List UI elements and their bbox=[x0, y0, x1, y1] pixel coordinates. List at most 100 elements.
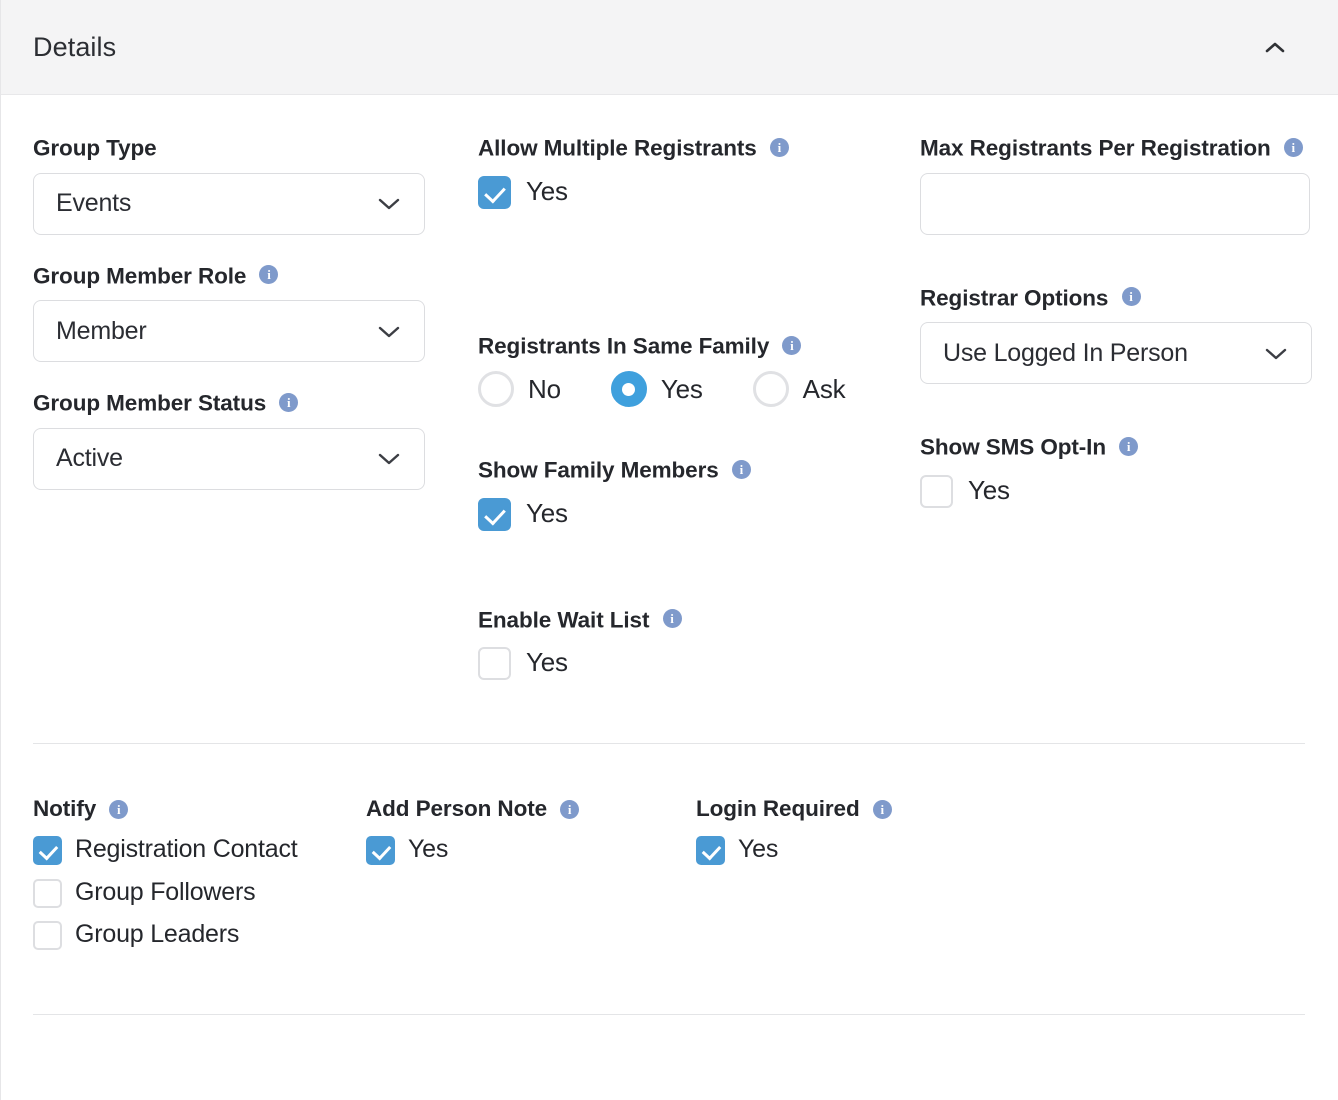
checkbox-label: Yes bbox=[526, 647, 568, 678]
radio-circle bbox=[478, 371, 514, 408]
enable-wait-list-label: Enable Wait List i bbox=[478, 603, 920, 636]
group-member-status-value: Active bbox=[56, 444, 123, 473]
info-icon[interactable]: i bbox=[1119, 436, 1139, 456]
registrar-options-value: Use Logged In Person bbox=[943, 338, 1188, 367]
checkbox-label: Group Followers bbox=[75, 877, 256, 906]
radio-option-yes[interactable]: Yes bbox=[610, 371, 703, 408]
chevron-down-icon bbox=[1265, 348, 1287, 359]
checkbox-label: Yes bbox=[526, 175, 568, 206]
info-icon[interactable]: i bbox=[872, 799, 892, 819]
info-icon[interactable]: i bbox=[769, 137, 789, 157]
add-person-note-checkbox[interactable]: Yes bbox=[366, 832, 696, 868]
max-registrants-label: Max Registrants Per Registration i bbox=[920, 131, 1320, 164]
field-show-sms-opt-in: Show SMS Opt-In i Yes bbox=[920, 430, 1320, 508]
field-registrar-options: Registrar Options i Use Logged In Person bbox=[920, 281, 1320, 385]
notify-checkbox-list: Registration Contact Group Followers Gro… bbox=[33, 832, 366, 953]
collapse-panel-button[interactable] bbox=[1253, 25, 1297, 69]
notify-option-registration-contact[interactable]: Registration Contact bbox=[33, 832, 366, 868]
field-group-type: Group Type Events bbox=[33, 131, 478, 235]
group-member-status-select[interactable]: Active bbox=[33, 427, 425, 490]
login-required-checkbox[interactable]: Yes bbox=[696, 832, 1096, 868]
registrar-options-label: Registrar Options i bbox=[920, 281, 1320, 314]
check-icon bbox=[478, 175, 511, 209]
field-max-registrants: Max Registrants Per Registration i bbox=[920, 131, 1320, 235]
group-type-label: Group Type bbox=[33, 135, 157, 161]
login-required-column: Login Required i Yes bbox=[696, 796, 1096, 960]
check-icon bbox=[33, 836, 62, 866]
login-required-label: Login Required i bbox=[696, 796, 1096, 822]
check-icon bbox=[478, 497, 511, 531]
show-family-members-label: Show Family Members i bbox=[478, 453, 920, 486]
group-member-status-label: Group Member Status i bbox=[33, 386, 478, 419]
panel-body: Group Type Events Group Member Role i Me… bbox=[0, 95, 1338, 706]
checkbox-box bbox=[478, 647, 511, 681]
info-icon[interactable]: i bbox=[109, 799, 129, 819]
info-icon[interactable]: i bbox=[1121, 287, 1141, 307]
notify-option-group-followers[interactable]: Group Followers bbox=[33, 875, 366, 911]
info-icon[interactable]: i bbox=[560, 799, 580, 819]
info-icon[interactable]: i bbox=[731, 459, 751, 479]
field-registrants-in-same-family: Registrants In Same Family i No Yes Ask bbox=[478, 329, 920, 408]
info-icon[interactable]: i bbox=[782, 336, 802, 356]
radio-circle bbox=[752, 371, 789, 408]
checkbox-label: Yes bbox=[968, 474, 1010, 505]
radio-option-ask[interactable]: Ask bbox=[752, 371, 846, 408]
info-icon[interactable]: i bbox=[662, 609, 682, 629]
left-column: Group Type Events Group Member Role i Me… bbox=[33, 131, 478, 705]
checkbox-label: Yes bbox=[738, 835, 779, 864]
radio-option-no[interactable]: No bbox=[478, 371, 561, 408]
checkbox-label: Group Leaders bbox=[75, 920, 240, 949]
registrants-in-same-family-label: Registrants In Same Family i bbox=[478, 329, 920, 362]
radio-circle-selected bbox=[610, 371, 647, 408]
notify-column: Notify i Registration Contact Group Foll… bbox=[33, 796, 366, 960]
group-type-select[interactable]: Events bbox=[33, 172, 425, 235]
chevron-down-icon bbox=[378, 326, 400, 337]
check-icon bbox=[696, 836, 725, 866]
add-person-note-column: Add Person Note i Yes bbox=[366, 796, 696, 960]
check-icon bbox=[366, 836, 395, 866]
max-registrants-input[interactable] bbox=[920, 172, 1310, 235]
info-icon[interactable]: i bbox=[279, 392, 299, 412]
middle-column: Allow Multiple Registrants i Yes Registr… bbox=[478, 131, 920, 705]
group-member-role-value: Member bbox=[56, 316, 147, 345]
right-column: Max Registrants Per Registration i Regis… bbox=[920, 131, 1320, 705]
field-enable-wait-list: Enable Wait List i Yes bbox=[478, 603, 920, 681]
chevron-up-icon bbox=[1265, 42, 1285, 53]
add-person-note-label: Add Person Note i bbox=[366, 796, 696, 822]
radio-label: Ask bbox=[802, 373, 846, 404]
allow-multiple-registrants-checkbox[interactable]: Yes bbox=[478, 173, 920, 210]
info-icon[interactable]: i bbox=[1283, 137, 1303, 157]
settings-grid: Group Type Events Group Member Role i Me… bbox=[33, 95, 1312, 705]
field-show-family-members: Show Family Members i Yes bbox=[478, 453, 920, 531]
registrar-options-select[interactable]: Use Logged In Person bbox=[920, 322, 1312, 385]
registrants-in-same-family-radio-group: No Yes Ask bbox=[478, 371, 920, 408]
notify-option-group-leaders[interactable]: Group Leaders bbox=[33, 917, 366, 953]
field-group-member-role: Group Member Role i Member bbox=[33, 259, 478, 363]
details-panel: Details Group Type Events Group Member R… bbox=[0, 0, 1338, 1100]
notify-label: Notify i bbox=[33, 796, 366, 822]
show-sms-opt-in-checkbox[interactable]: Yes bbox=[920, 472, 1320, 509]
notifications-grid: Notify i Registration Contact Group Foll… bbox=[0, 744, 1338, 1014]
group-member-role-select[interactable]: Member bbox=[33, 300, 425, 363]
radio-label: No bbox=[528, 373, 561, 404]
show-family-members-checkbox[interactable]: Yes bbox=[478, 495, 920, 532]
checkbox-label: Yes bbox=[408, 835, 449, 864]
field-allow-multiple-registrants: Allow Multiple Registrants i Yes bbox=[478, 131, 920, 209]
show-sms-opt-in-label: Show SMS Opt-In i bbox=[920, 430, 1320, 463]
checkbox-box bbox=[33, 878, 62, 908]
panel-header: Details bbox=[0, 0, 1338, 95]
section-divider-bottom bbox=[33, 1013, 1305, 1015]
group-member-role-label: Group Member Role i bbox=[33, 259, 478, 292]
chevron-down-icon bbox=[378, 198, 400, 210]
checkbox-box bbox=[33, 921, 62, 951]
enable-wait-list-checkbox[interactable]: Yes bbox=[478, 644, 920, 681]
chevron-down-icon bbox=[378, 454, 400, 465]
allow-multiple-registrants-label: Allow Multiple Registrants i bbox=[478, 131, 920, 164]
checkbox-box bbox=[920, 474, 953, 508]
info-icon[interactable]: i bbox=[259, 265, 279, 285]
